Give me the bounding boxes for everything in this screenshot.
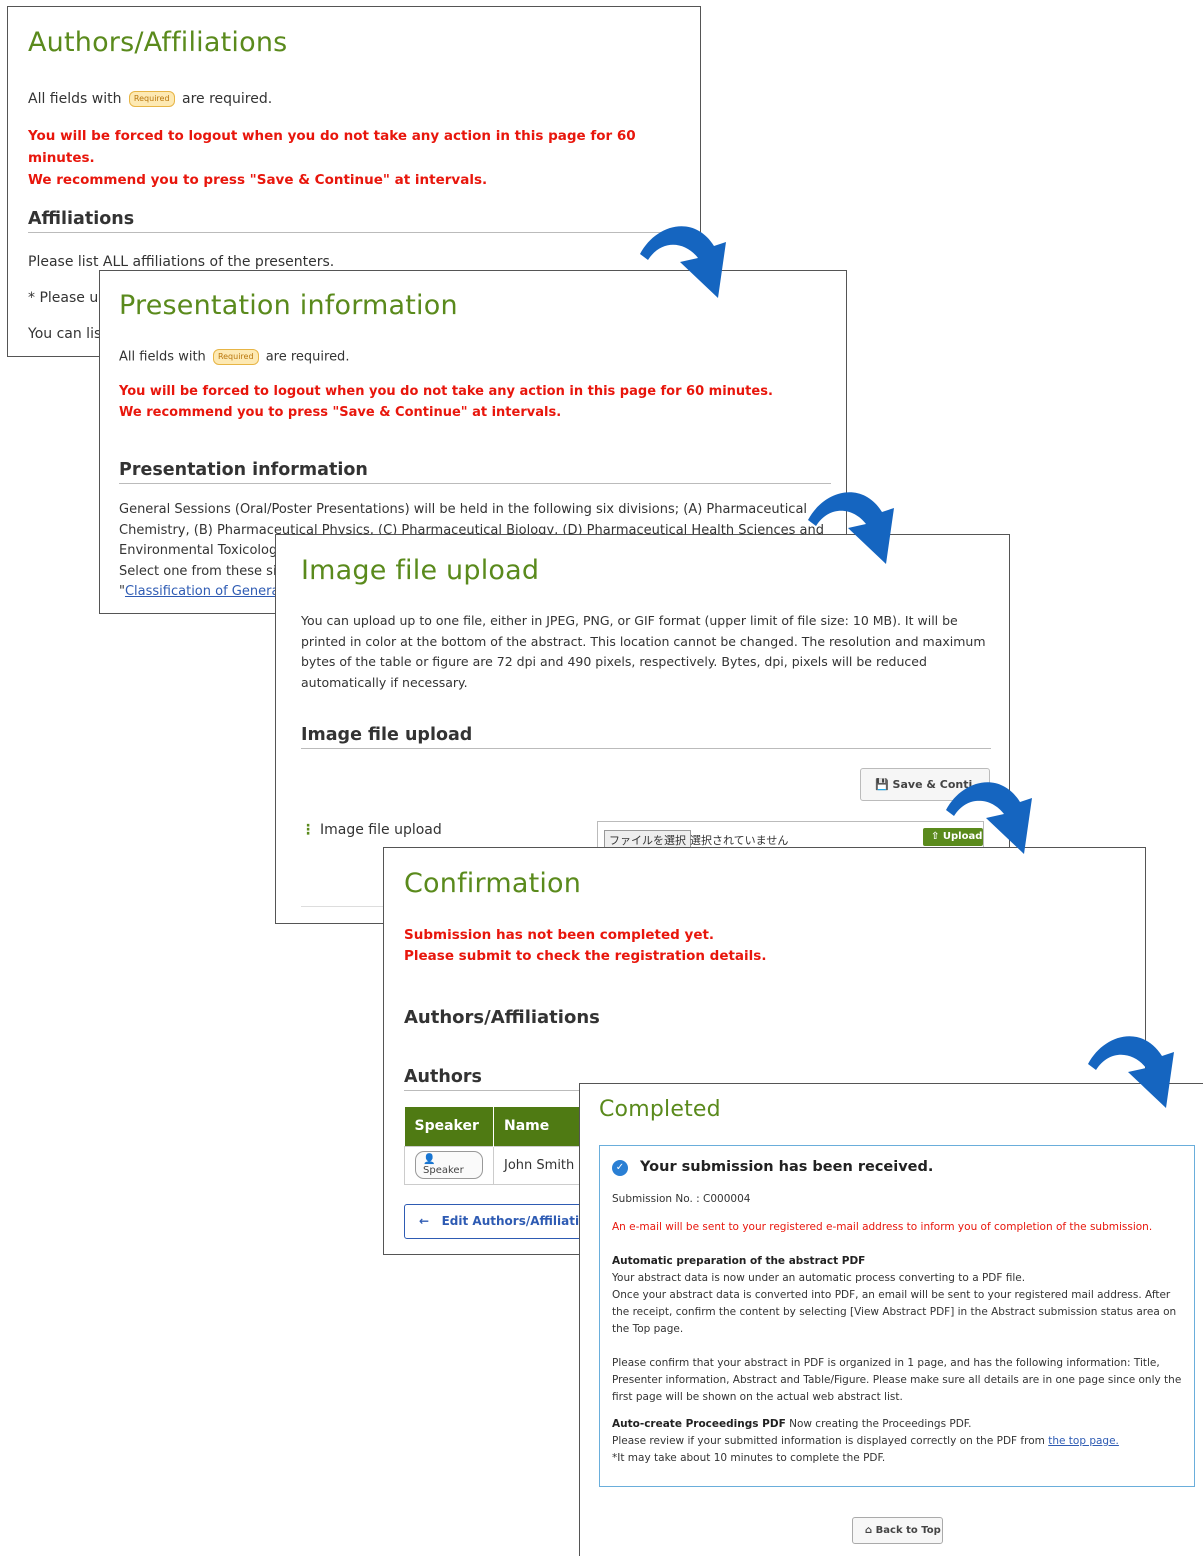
person-icon: 👤 [423,1154,436,1165]
flow-arrow-icon [640,226,726,298]
flow-arrow-icon [808,492,894,564]
check-circle-icon: ✓ [612,1160,628,1176]
table-row: 👤 Speaker John Smith [404,1145,594,1185]
required-note: All fields with Required are required. [28,91,273,107]
received-heading: ✓ Your submission has been received. [612,1159,933,1176]
speaker-cell: 👤 Speaker [404,1145,494,1185]
no-file-selected-text: 選択されていません [690,834,789,847]
arrow-left-icon: ← [419,1214,430,1228]
required-note: All fields with Required are required. [119,349,350,365]
proceedings-section: Auto-create Proceedings PDF Now creating… [612,1418,1119,1464]
section-heading-image-upload: Image file upload [301,725,991,749]
top-page-link[interactable]: the top page. [1048,1435,1119,1447]
email-notice: An e-mail will be sent to your registere… [612,1221,1153,1233]
file-input[interactable]: ファイルを選択 選択されていません ⇧ Upload [597,821,984,850]
column-header-speaker: Speaker [404,1107,494,1146]
submission-received-box: ✓ Your submission has been received. Subm… [599,1145,1195,1487]
section-heading-affiliations: Affiliations [28,209,688,233]
section-heading-presentation: Presentation information [119,460,831,484]
upload-description: You can upload up to one file, either in… [301,613,986,690]
back-to-top-button[interactable]: ⌂ Back to Top [852,1517,943,1544]
home-icon: ⌂ [865,1525,873,1536]
submission-warning: Submission has not been completed yet. P… [404,927,767,964]
drag-handle-icon: ⋮ [301,822,315,838]
affiliations-instruction: Please list ALL affiliations of the pres… [28,254,335,270]
flow-arrow-icon [1088,1036,1174,1108]
auto-pdf-section: Automatic preparation of the abstract PD… [612,1255,1177,1335]
classification-link[interactable]: Classification of Genera [125,584,279,599]
page-title: Presentation information [119,290,458,321]
page-title: Completed [599,1097,721,1122]
required-badge: Required [128,91,175,107]
logout-warning: You will be forced to logout when you do… [28,128,636,188]
required-badge: Required [212,349,259,365]
image-upload-field-label: ⋮ Image file upload [301,822,442,838]
submission-number: Submission No. : C000004 [612,1193,751,1205]
affiliations-note: * Please us [28,290,106,306]
flow-arrow-icon [946,782,1032,854]
confirm-pdf-text: Please confirm that your abstract in PDF… [612,1357,1182,1403]
page-title: Image file upload [301,555,540,586]
authors-affiliations-heading: Authors/Affiliations [404,1007,600,1028]
affiliations-note-2: You can lis [28,326,102,342]
speaker-badge: 👤 Speaker [415,1151,483,1179]
save-icon: 💾 [875,778,889,791]
authors-table: Speaker Name 👤 Speaker John Smith [404,1107,594,1185]
page-title: Authors/Affiliations [28,27,288,58]
completed-panel: Completed ✓ Your submission has been rece… [579,1083,1203,1556]
logout-warning: You will be forced to logout when you do… [119,384,773,420]
page-title: Confirmation [404,868,582,899]
